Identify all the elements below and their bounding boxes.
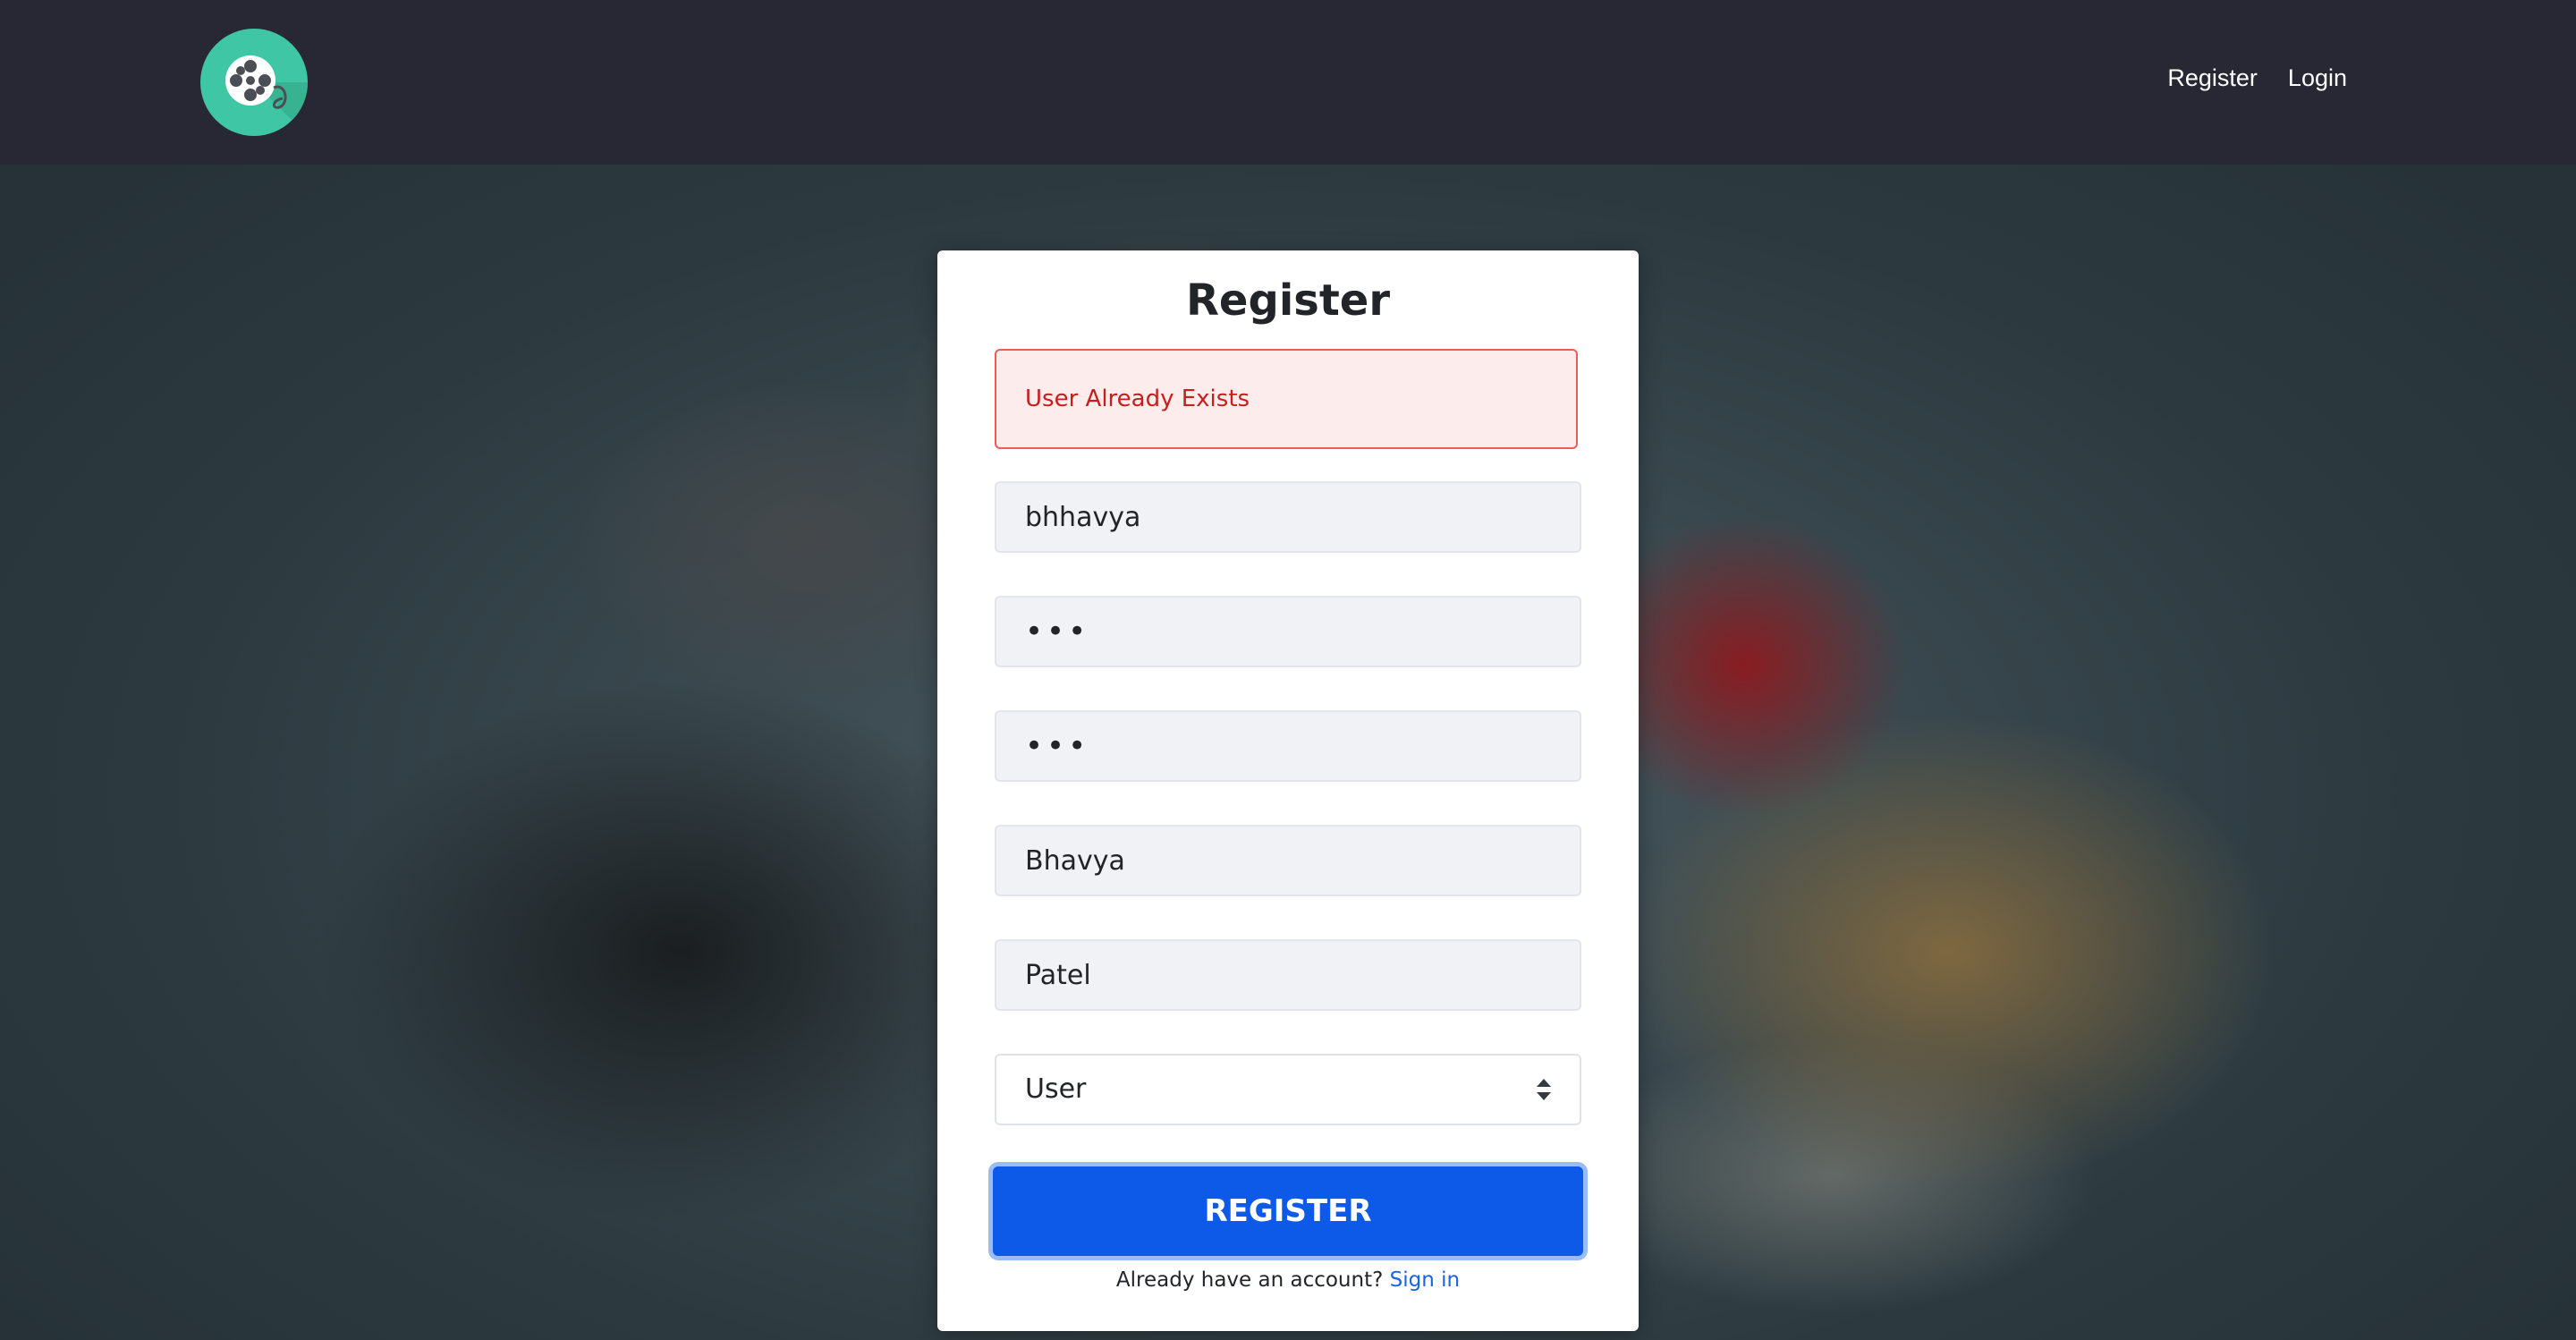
confirm-password-input[interactable] [995,710,1581,782]
film-reel-icon [225,55,308,136]
error-alert: User Already Exists [995,349,1578,449]
navbar: Register Login [0,0,2576,165]
select-arrows-icon [1537,1079,1551,1100]
register-card: Register User Already Exists User REGIST… [937,250,1639,1331]
nav-login-link[interactable]: Login [2288,64,2347,92]
register-button[interactable]: REGISTER [993,1166,1583,1256]
last-name-input[interactable] [995,939,1581,1011]
logo[interactable] [200,29,308,136]
role-select-value: User [1025,1073,1087,1105]
page-title: Register [1185,276,1391,326]
username-input[interactable] [995,481,1581,553]
signin-prompt-text: Already have an account? [1115,1268,1384,1292]
signin-prompt: Already have an account? Sign in [937,1268,1639,1292]
first-name-input[interactable] [995,825,1581,896]
role-select[interactable]: User [995,1054,1581,1125]
password-input[interactable] [995,596,1581,667]
nav-register-link[interactable]: Register [2167,64,2258,92]
signin-link[interactable]: Sign in [1390,1268,1460,1292]
nav-links: Register Login [2167,64,2347,92]
